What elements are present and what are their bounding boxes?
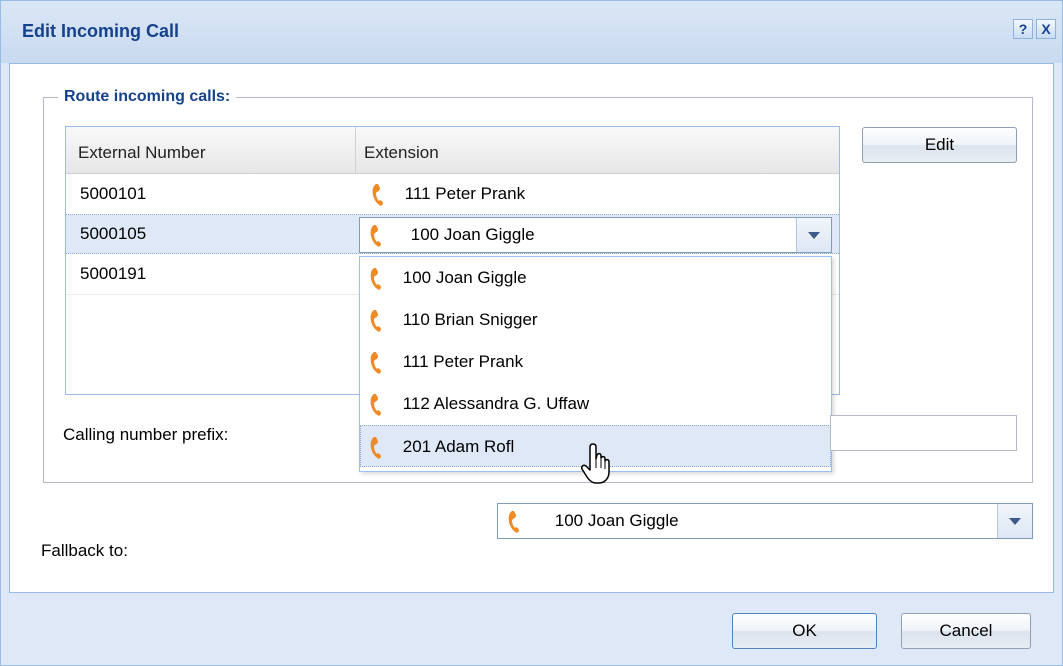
phone-icon (370, 309, 381, 332)
phone-icon (370, 224, 381, 247)
chevron-down-icon (1009, 518, 1021, 525)
column-separator[interactable] (355, 127, 356, 173)
phone-icon (508, 510, 519, 533)
phone-icon (370, 393, 381, 416)
extension-combo[interactable]: 100 Joan Giggle (359, 217, 832, 253)
extension-dropdown-list: 100 Joan Giggle 110 Brian Snigger 111 Pe… (359, 256, 832, 472)
close-icon[interactable]: X (1036, 19, 1056, 39)
chevron-down-icon (808, 232, 820, 239)
ok-button[interactable]: OK (732, 613, 877, 649)
edit-button[interactable]: Edit (862, 127, 1017, 163)
phone-icon (370, 267, 381, 290)
extension-combo-trigger[interactable] (796, 218, 831, 252)
fallback-combo[interactable]: 100 Joan Giggle (497, 503, 1033, 539)
dropdown-option-label: 110 Brian Snigger (402, 310, 538, 329)
edit-incoming-call-dialog: Edit Incoming Call ? X Route incoming ca… (0, 0, 1063, 666)
fallback-label: Fallback to: (41, 541, 128, 560)
dropdown-option[interactable]: 111 Peter Prank (360, 341, 831, 383)
dropdown-option[interactable]: 100 Joan Giggle (360, 257, 831, 299)
column-header-extension[interactable]: Extension (364, 127, 439, 173)
phone-icon (372, 183, 383, 206)
grid-header: External Number Extension (66, 127, 839, 174)
fallback-combo-trigger[interactable] (997, 504, 1032, 538)
extension-label: 111 Peter Prank (404, 184, 526, 203)
column-header-external-number[interactable]: External Number (78, 127, 206, 173)
fallback-combo-text: 100 Joan Giggle (554, 511, 679, 530)
extension-cell: 111 Peter Prank (372, 174, 525, 214)
external-number-cell: 5000105 (80, 224, 147, 243)
help-icon[interactable]: ? (1013, 19, 1033, 39)
extension-combo-text: 100 Joan Giggle (410, 225, 535, 244)
phone-icon (370, 351, 381, 374)
dropdown-option-label: 111 Peter Prank (402, 352, 524, 371)
dialog-title: Edit Incoming Call (22, 21, 180, 41)
fallback-combo-value: 100 Joan Giggle (508, 504, 679, 538)
phone-icon (370, 436, 381, 459)
extension-combo-value: 100 Joan Giggle (370, 218, 535, 252)
cancel-button[interactable]: Cancel (901, 613, 1031, 649)
dropdown-option-label: 100 Joan Giggle (402, 268, 527, 287)
external-number-cell: 5000191 (80, 264, 147, 283)
dropdown-option-label: 201 Adam Rofl (402, 437, 515, 456)
prefix-input[interactable] (830, 415, 1017, 451)
hand-pointer-cursor-icon (581, 443, 610, 484)
route-legend: Route incoming calls: (64, 88, 231, 105)
table-row[interactable]: 5000101 111 Peter Prank (66, 174, 839, 215)
external-number-cell: 5000101 (80, 184, 147, 203)
prefix-label: Calling number prefix: (63, 425, 229, 444)
title-bar: Edit Incoming Call ? X (1, 1, 1062, 63)
dropdown-option[interactable]: 112 Alessandra G. Uffaw (360, 383, 831, 425)
dropdown-option-label: 112 Alessandra G. Uffaw (402, 394, 590, 413)
dropdown-option[interactable]: 110 Brian Snigger (360, 299, 831, 341)
